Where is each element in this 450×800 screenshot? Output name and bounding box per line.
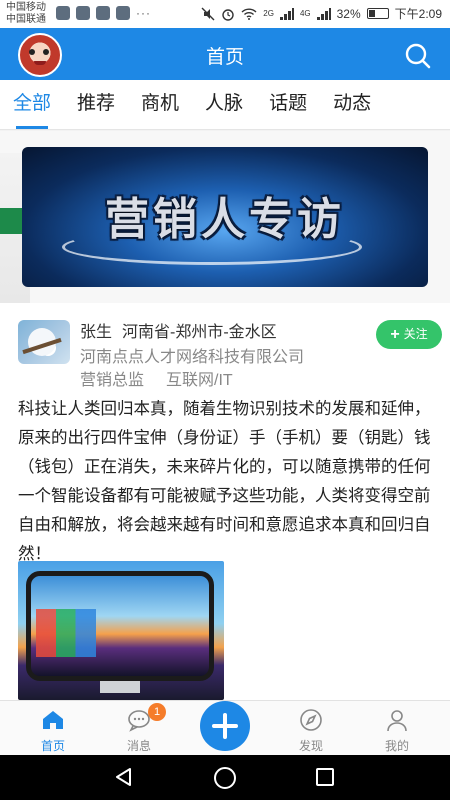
more-notifications-icon: ···: [136, 6, 151, 20]
follow-button[interactable]: + 关注: [376, 320, 442, 349]
banner-slide[interactable]: 营销人专访: [22, 147, 428, 287]
tab-activity[interactable]: 动态: [320, 80, 384, 129]
nav-profile[interactable]: 我的: [362, 701, 432, 756]
search-icon[interactable]: [404, 42, 432, 70]
user-company: 河南点点人才网络科技有限公司: [80, 349, 305, 366]
battery-icon: [366, 8, 389, 19]
user-name[interactable]: 张生: [80, 324, 112, 341]
notification-app-icon: [56, 6, 70, 20]
follow-label: 关注: [403, 327, 428, 341]
plus-icon: +: [390, 326, 400, 343]
signal-2g-label: 2G: [263, 9, 274, 18]
category-tabs: 全部 推荐 商机 人脉 话题 动态: [0, 80, 450, 130]
tab-recommended[interactable]: 推荐: [64, 80, 128, 129]
post-image[interactable]: [18, 561, 224, 700]
nav-messages[interactable]: 1 消息: [104, 701, 174, 756]
post-card[interactable]: 张生 河南省-郑州市-金水区 河南点点人才网络科技有限公司 营销总监 互联网/IT …: [0, 303, 450, 700]
mute-icon: [201, 7, 215, 20]
tab-topics[interactable]: 话题: [256, 80, 320, 129]
banner-title: 营销人专访: [105, 194, 345, 245]
carrier-1: 中国移动: [6, 2, 46, 13]
nav-discover[interactable]: 发现: [276, 701, 346, 756]
signal-icon: [279, 7, 294, 20]
home-circle-icon[interactable]: [214, 767, 236, 789]
screen-tiles: [36, 609, 96, 657]
tab-business[interactable]: 商机: [128, 80, 192, 129]
user-position: 营销总监: [80, 372, 145, 389]
unread-badge: 1: [148, 703, 166, 721]
battery-percent: 32%: [336, 6, 361, 21]
system-navigation-bar: [0, 755, 450, 800]
nav-profile-label: 我的: [384, 739, 409, 753]
wifi-icon: [241, 7, 257, 20]
signal-icon: [316, 7, 331, 20]
nav-discover-label: 发现: [298, 739, 323, 753]
monitor-stand: [100, 681, 140, 693]
notification-app-icon: [116, 6, 130, 20]
alarm-icon: [222, 8, 234, 21]
clock: 下午2:09: [394, 7, 442, 21]
user-industry: 互联网/IT: [166, 372, 233, 389]
carrier-labels: 中国移动 中国联通: [6, 2, 46, 26]
user-info-line: 张生 河南省-郑州市-金水区: [80, 318, 287, 342]
create-post-button[interactable]: [200, 701, 250, 751]
home-icon: [43, 711, 63, 729]
page-title: 首页: [205, 47, 244, 68]
signal-4g-label: 4G: [299, 9, 311, 18]
notification-icons: ···: [56, 6, 151, 20]
post-content[interactable]: 科技让人类回归本真，随着生物识别技术的发展和延伸，原来的出行四件宝伸（身份证）手…: [18, 395, 432, 569]
app-header: 首页: [0, 28, 450, 80]
notification-app-icon: [96, 6, 110, 20]
notification-app-icon: [76, 6, 90, 20]
nav-messages-label: 消息: [126, 739, 151, 753]
tab-contacts[interactable]: 人脉: [192, 80, 256, 129]
user-location: 河南省-郑州市-金水区: [122, 324, 277, 341]
tab-all[interactable]: 全部: [0, 80, 64, 129]
status-bar: 中国移动 中国联通 ··· 2G 4G 32% 下午2:09: [0, 0, 450, 28]
user-avatar[interactable]: [18, 320, 70, 364]
user-icon: [387, 710, 407, 732]
carrier-2: 中国联通: [6, 14, 46, 25]
nav-home-label: 首页: [40, 739, 65, 753]
back-icon[interactable]: [114, 767, 134, 787]
status-right: 2G 4G 32% 下午2:09: [201, 5, 442, 22]
nav-home[interactable]: 首页: [18, 701, 88, 756]
compass-icon: [300, 709, 322, 731]
banner-carousel[interactable]: 营销人专访: [0, 131, 450, 303]
user-role-line: 营销总监 互联网/IT: [80, 366, 255, 390]
recent-apps-icon[interactable]: [316, 768, 334, 786]
